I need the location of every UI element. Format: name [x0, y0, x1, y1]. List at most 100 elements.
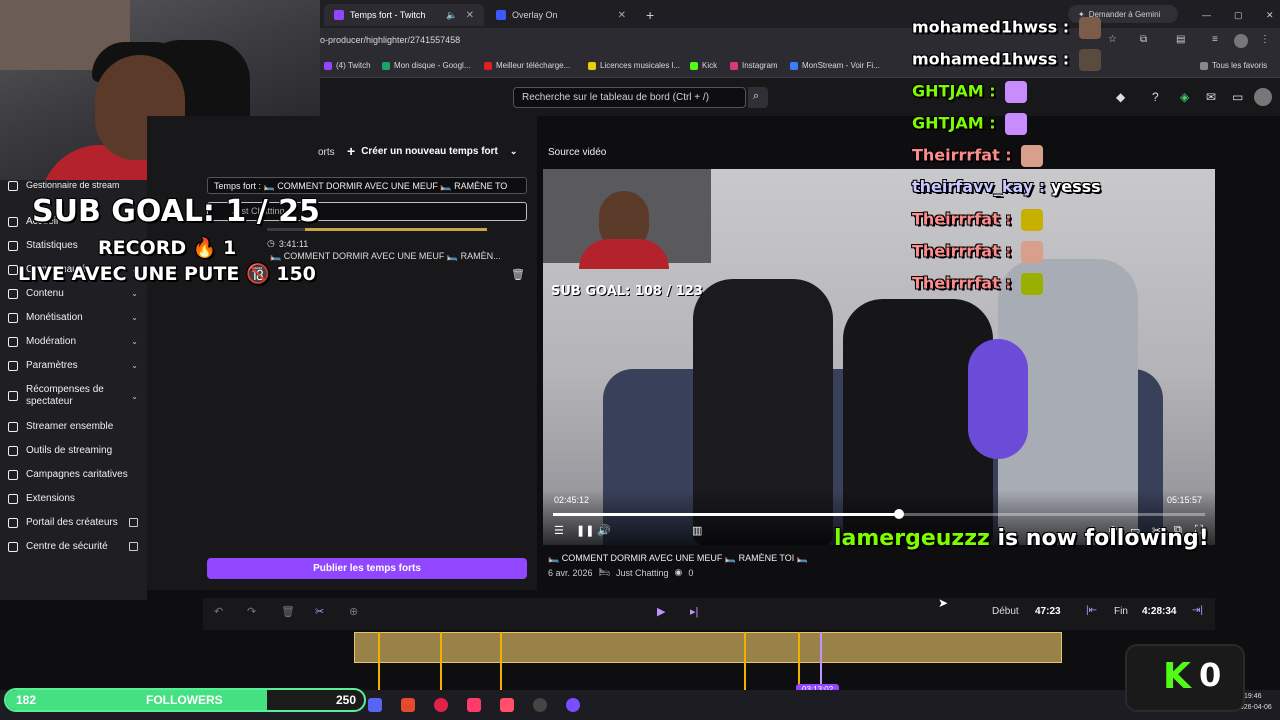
skip-end-icon[interactable]: ▸| [690, 605, 698, 618]
help-icon[interactable]: ? [1152, 90, 1159, 104]
chat-emote [1078, 49, 1101, 71]
pause-icon[interactable]: ❚❚ [576, 524, 594, 537]
user-avatar[interactable] [1254, 88, 1272, 106]
new-tab-button[interactable]: + [642, 4, 662, 26]
tab-temps-fort[interactable]: Temps fort - Twitch 🔈 ✕ [324, 4, 484, 26]
star-icon[interactable]: ☆ [1108, 34, 1117, 45]
sidebar-item-content[interactable]: Contenu ⌄ [8, 288, 140, 299]
more-icon[interactable]: ⋮ [1260, 34, 1270, 45]
video-player[interactable]: SUB GOAL: 108 / 123 [543, 169, 1215, 545]
chat-emote [1078, 17, 1101, 39]
close-window-icon[interactable]: ✕ [1256, 4, 1276, 26]
highlights-tab[interactable]: orts [318, 147, 335, 158]
sidebar-item-charity[interactable]: Campagnes caritatives [8, 469, 140, 480]
close-tab-icon[interactable]: ✕ [466, 10, 474, 21]
bits-icon[interactable]: ◆ [1116, 90, 1125, 104]
sidebar-item-extensions[interactable]: Extensions [8, 493, 140, 504]
create-highlight-button[interactable]: + Créer un nouveau temps fort ⌄ [347, 143, 517, 159]
sidebar-item-stream-manager[interactable]: Gestionnaire de stream [8, 180, 140, 191]
set-start-icon[interactable]: |⇤ [1086, 605, 1097, 616]
sidebar-item-moderation[interactable]: Modération ⌄ [8, 336, 140, 347]
address-bar[interactable]: o-producer/highlighter/2741557458 ☆ ⧉ ▤ … [320, 28, 1280, 56]
start-label: Début [992, 606, 1019, 617]
sidebar-item-stream-together[interactable]: Streamer ensemble [8, 421, 140, 432]
chat-icon[interactable]: ▭ [1232, 90, 1243, 104]
bookmark-downloader[interactable]: Meilleur télécharge... [484, 61, 570, 70]
bookmark-licences[interactable]: Licences musicales l... [588, 61, 680, 70]
video-seek-bar[interactable] [553, 509, 1205, 519]
chat-message: Theirrrfat : [912, 273, 1044, 295]
publish-highlights-button[interactable]: Publier les temps forts [207, 558, 527, 579]
discord-icon[interactable] [368, 698, 382, 712]
timeline-selection[interactable] [354, 632, 1062, 663]
scissors-icon[interactable]: ✂ [315, 605, 324, 618]
chat-emote [1021, 145, 1044, 167]
chat-emote [1021, 273, 1044, 295]
close-tab-icon[interactable]: ✕ [618, 10, 626, 21]
tab-overlay-on[interactable]: Overlay On ✕ [486, 4, 636, 26]
trash-icon[interactable]: 🗑 [281, 605, 295, 618]
followers-count: 182 [16, 693, 37, 707]
end-value[interactable]: 4:28:34 [1142, 606, 1176, 617]
bookmark-drive[interactable]: Mon disque - Googl... [382, 61, 470, 70]
bookmark-instagram[interactable]: Instagram [730, 61, 778, 70]
profile-avatar[interactable] [1234, 34, 1248, 48]
sidepanel-icon[interactable]: ▤ [1176, 34, 1185, 45]
waveform-icon[interactable]: ▥ [692, 524, 702, 537]
audio-icon[interactable]: 🔈 [446, 10, 457, 21]
sidebar-item-streaming-tools[interactable]: Outils de streaming [8, 445, 140, 456]
video-current-time: 02:45:12 [554, 495, 590, 505]
chevron-down-icon: ⌄ [131, 391, 138, 401]
redo-icon[interactable]: ↷ [247, 605, 256, 618]
start-value[interactable]: 47:23 [1035, 606, 1061, 617]
undo-icon[interactable]: ↶ [214, 605, 223, 618]
chat-user: mohamed1hwss [912, 17, 1058, 37]
sidebar-item-viewer-rewards[interactable]: Récompenses de spectateur ⌄ [8, 384, 140, 408]
charity-icon [8, 469, 18, 480]
search-button[interactable]: ⌕ [748, 87, 768, 108]
media-icon[interactable] [566, 698, 580, 712]
sidebar-item-settings[interactable]: Paramètres ⌄ [8, 360, 140, 371]
chapters-icon[interactable]: ☰ [554, 524, 564, 537]
prime-icon[interactable]: ◈ [1180, 90, 1189, 104]
maximize-icon[interactable]: ▢ [1224, 4, 1244, 26]
chevron-down-icon: ⌄ [131, 337, 138, 346]
bookmark-twitch[interactable]: (4) Twitch [324, 61, 371, 70]
highlight-item-title[interactable]: 🛏️ COMMENT DORMIR AVEC UNE MEUF 🛏️ RAMÈN… [270, 251, 501, 262]
clock-time: 19:46 [1244, 693, 1262, 700]
play-icon[interactable]: ▶ [657, 605, 665, 618]
bookmark-monstream[interactable]: MonStream - Voir Fi... [790, 61, 880, 70]
clock-icon: ◷ [267, 238, 275, 248]
tiktok-icon[interactable] [467, 698, 481, 712]
obs-icon[interactable] [533, 698, 547, 712]
sidebar-item-safety[interactable]: Centre de sécurité [8, 541, 140, 552]
seek-handle[interactable] [893, 509, 904, 519]
music-icon[interactable] [500, 698, 514, 712]
minimize-icon[interactable]: — [1192, 4, 1212, 26]
search-input[interactable]: Recherche sur le tableau de bord (Ctrl +… [513, 87, 746, 108]
sidebar-item-creator-portal[interactable]: Portail des créateurs [8, 517, 140, 528]
add-marker-icon[interactable]: ⊕ [349, 605, 358, 618]
stream-together-icon [8, 421, 18, 432]
rewards-icon [8, 391, 18, 401]
playhead[interactable] [820, 632, 822, 690]
highlight-title-field[interactable]: Temps fort : 🛏️ COMMENT DORMIR AVEC UNE … [207, 177, 527, 194]
set-end-icon[interactable]: ⇥| [1192, 605, 1203, 616]
chrome-icon[interactable] [434, 698, 448, 712]
content-icon [8, 288, 18, 299]
dashboard-topbar: Recherche sur le tableau de bord (Ctrl +… [320, 78, 1280, 116]
extensions-icon[interactable]: ⧉ [1140, 34, 1147, 45]
chat-user: Theirrrfat [912, 273, 1000, 293]
followers-goal: 250 [336, 693, 357, 707]
chat-user: Theirrrfat [912, 241, 1000, 261]
bookmark-kick[interactable]: Kick [690, 61, 717, 70]
menu-icon[interactable]: ≡ [1212, 34, 1218, 45]
trash-icon[interactable]: 🗑 [511, 268, 525, 281]
chat-message: mohamed1hwss : [912, 49, 1101, 71]
volume-icon[interactable]: 🔊 [597, 524, 611, 537]
bookmark-all[interactable]: Tous les favoris [1200, 61, 1267, 70]
sidebar-item-monetization[interactable]: Monétisation ⌄ [8, 312, 140, 323]
mail-icon[interactable]: ✉ [1206, 90, 1216, 104]
chevron-down-icon: ⌄ [131, 289, 138, 298]
app-icon[interactable] [401, 698, 415, 712]
